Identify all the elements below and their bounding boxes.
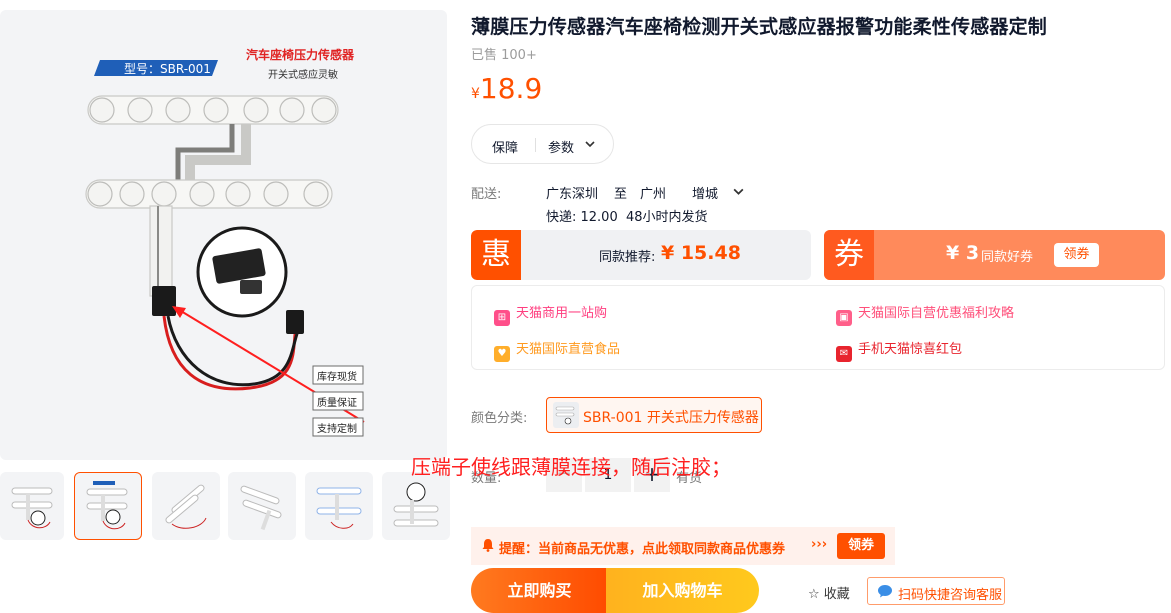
shopping-cart-icon: ⊞ [494,310,510,326]
service-label: 天猫商用一站购 [516,306,608,321]
get-coupon-button[interactable]: 领券 [1054,243,1099,267]
recommend-label: 同款推荐: [599,250,656,265]
coupon-desc: 同款好券 [981,250,1034,265]
image-subline: 开关式感应灵敏 [268,70,338,81]
coupon-badge: 券 [824,230,874,280]
favorite-label: 收藏 [823,587,850,602]
model-badge-text: 型号：SBR-001 [124,62,211,76]
image-tag-custom: 支持定制 [317,424,357,435]
thumbnail-4[interactable] [228,472,296,540]
product-price: ¥18.9 [471,72,542,105]
favorite-button[interactable]: ☆ 收藏 [808,583,850,602]
heart-icon: ♥ [494,346,510,362]
coupon-bar[interactable]: 券 ¥ 3 同款好券 领券 [824,230,1165,280]
service-link-red-packet[interactable]: ✉ 手机天猫惊喜红包 [836,338,962,362]
info-tabs: 保障 参数 [471,124,614,164]
notice-get-coupon-button[interactable]: 领券 [837,533,885,559]
price-currency: ¥ [471,86,480,102]
thumbnail-sensor-icon [316,487,362,529]
sku-label: 颜色分类: [471,411,528,426]
same-style-recommend-bar[interactable]: 惠 同款推荐: ¥ 15.48 [471,230,811,280]
thumbnail-sensor-icon [393,482,439,527]
customer-service-button[interactable]: 扫码快捷咨询客服 [867,577,1005,605]
service-label: 天猫国际自营优惠福利攻略 [858,306,1015,321]
price-value: 18.9 [479,72,543,105]
coupon-icon: ▣ [836,310,852,326]
image-tag-stock: 库存现货 [317,372,357,383]
tab-divider [535,138,536,152]
add-to-cart-button[interactable]: 加入购物车 [606,568,759,613]
image-tag-quality: 质量保证 [317,398,357,409]
thumbnail-2[interactable] [74,472,142,540]
customer-service-label: 扫码快捷咨询客服 [898,588,1003,603]
coupon-amount: ¥ 3 [946,242,980,264]
thumbnail-3[interactable] [152,472,220,540]
annotation-caption: 压端子使线跟薄膜连接，随后注胶； [411,455,731,479]
star-icon: ☆ [808,587,820,602]
delivery-city[interactable]: 广州 [640,183,666,202]
bell-icon [482,539,494,552]
tab-guarantee[interactable]: 保障 [492,137,518,156]
delivery-district[interactable]: 增城 [692,183,718,202]
delivery-label: 配送: [471,187,502,202]
ship-time: 48小时内发货 [626,210,708,225]
coupon-notice[interactable]: 提醒：当前商品无优惠，点此领取同款商品优惠券 ››› 领券 [471,527,895,565]
service-links: ⊞ 天猫商用一站购 ▣ 天猫国际自营优惠福利攻略 ♥ 天猫国际直营食品 ✉ 手机天猫惊喜… [471,285,1165,370]
service-label: 手机天猫惊喜红包 [858,342,963,357]
buy-now-button[interactable]: 立即购买 [471,568,608,613]
delivery-origin: 广东深圳 [546,187,599,202]
sku-thumbnail [553,402,579,428]
thumbnail-sensor-icon [240,485,282,531]
chat-bubble-icon [878,585,892,598]
delivery-to: 至 [614,187,628,202]
sensor-illustration [85,60,365,437]
hui-badge: 惠 [471,230,521,280]
recommend-price: ¥ 15.48 [661,242,741,264]
thumbnail-sensor-icon [165,484,207,529]
thumbnail-sensor-icon [86,481,128,530]
image-headline: 汽车座椅压力传感器 [246,48,355,62]
product-main-image[interactable]: 型号：SBR-001 汽车座椅压力传感器 开关式感应灵敏 库存现货 质量保证 支… [0,10,447,460]
sku-option-selected[interactable]: SBR-001 开关式压力传感器 [546,397,762,433]
service-link-intl-food[interactable]: ♥ 天猫国际直营食品 [494,338,620,362]
sold-count: 已售 100+ [471,48,537,63]
service-link-business[interactable]: ⊞ 天猫商用一站购 [494,302,607,326]
product-title: 薄膜压力传感器汽车座椅检测开关式感应器报警功能柔性传感器定制 [471,16,1048,38]
thumbnail-6[interactable] [382,472,450,540]
tab-params[interactable]: 参数 [548,137,574,156]
service-link-intl-welfare[interactable]: ▣ 天猫国际自营优惠福利攻略 [836,302,1014,326]
chevron-down-icon[interactable] [584,138,596,150]
thumbnail-sensor-icon [11,487,53,529]
thumbnail-5[interactable] [305,472,373,540]
red-packet-icon: ✉ [836,346,852,362]
sku-option-label: SBR-001 开关式压力传感器 [583,410,759,426]
sensor-thumbnail-icon [555,406,575,425]
notice-text: 提醒：当前商品无优惠，点此领取同款商品优惠券 [499,542,786,557]
thumbnail-1[interactable] [0,472,64,540]
notice-arrows: ››› [811,537,828,552]
chevron-down-icon[interactable] [732,185,745,198]
service-label: 天猫国际直营食品 [516,342,621,357]
express-fee: 快递: 12.00 [546,210,618,225]
